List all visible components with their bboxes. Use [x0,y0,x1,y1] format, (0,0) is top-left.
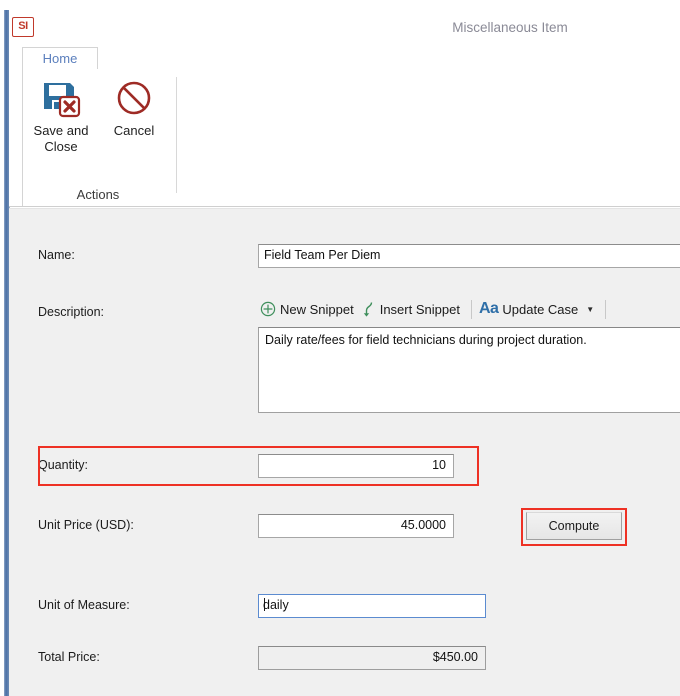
plus-circle-icon [260,301,276,317]
unit-of-measure-value: daily [263,598,289,612]
unit-of-measure-input[interactable]: daily [258,594,486,618]
total-price-label: Total Price: [38,650,100,664]
update-case-label: Update Case [502,301,579,317]
description-row: Description: New Snippet Insert Snippet … [9,296,680,413]
total-price-row: Total Price: $450.00 [9,646,680,672]
title-bar: SI Miscellaneous Item [9,0,680,47]
name-input[interactable]: Field Team Per Diem [258,244,680,268]
ribbon-group-actions: Save and Close Cancel Actions [23,69,173,207]
save-and-close-icon [26,75,96,123]
chevron-down-icon[interactable]: ▼ [586,305,594,314]
unit-price-input[interactable]: 45.0000 [258,514,454,538]
cancel-button[interactable]: Cancel [99,75,169,139]
ribbon-body: Save and Close Cancel Actions [22,69,680,207]
update-case-button[interactable]: Aa Update Case ▼ [477,300,600,317]
quantity-row: Quantity: 10 [9,446,680,486]
toolbar-divider-1 [470,299,472,319]
cancel-label: Cancel [113,123,155,138]
unit-of-measure-row: Unit of Measure: daily [9,594,680,620]
name-row: Name: Field Team Per Diem [9,244,680,270]
quantity-input[interactable]: 10 [258,454,454,478]
save-and-close-button[interactable]: Save and Close [26,75,96,155]
save-and-close-label-line1: Save and [33,123,89,138]
ribbon-tabstrip: Home [9,47,680,70]
ribbon-bottom-divider [9,206,680,207]
insert-snippet-button[interactable]: Insert Snippet [360,301,466,318]
tab-home[interactable]: Home [22,47,98,70]
quantity-label: Quantity: [38,458,89,472]
unit-price-label: Unit Price (USD): [38,518,134,532]
miscellaneous-item-window: SI Miscellaneous Item Home Save and Clos… [0,0,680,696]
new-snippet-label: New Snippet [280,301,354,317]
ribbon-group-separator [176,77,177,193]
unit-of-measure-label: Unit of Measure: [38,598,130,612]
name-label: Name: [38,248,75,262]
unit-price-row: Unit Price (USD): 45.0000 Compute [9,508,680,546]
insert-snippet-label: Insert Snippet [379,301,460,317]
compute-button[interactable]: Compute [526,512,622,540]
arrow-down-curve-icon [362,301,376,318]
description-label: Description: [38,305,104,319]
ribbon: Home Save and Close Cancel Actions [9,47,680,207]
new-snippet-button[interactable]: New Snippet [258,301,360,317]
form-panel: Name: Field Team Per Diem Description: N… [9,208,680,696]
description-textarea[interactable]: Daily rate/fees for field technicians du… [258,327,680,413]
ribbon-group-label-actions: Actions [76,187,120,202]
window-title: Miscellaneous Item [452,20,568,35]
cancel-prohibition-icon [99,75,169,123]
update-case-aa-icon: Aa [478,300,499,317]
save-and-close-label-line2: Close [44,139,78,154]
toolbar-divider-2 [605,299,607,319]
total-price-value: $450.00 [258,646,486,670]
description-toolbar: New Snippet Insert Snippet Aa Update Cas… [258,296,680,322]
